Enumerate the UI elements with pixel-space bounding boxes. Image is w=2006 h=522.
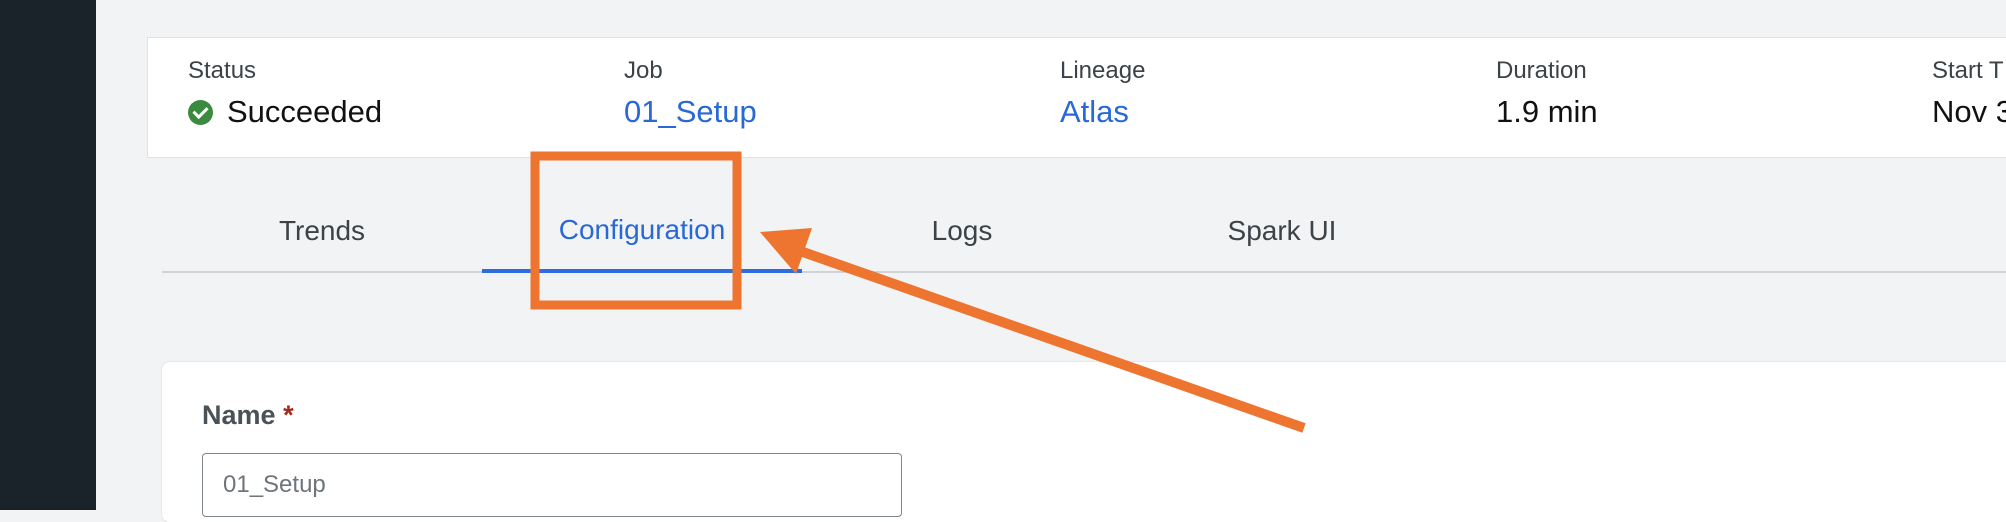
tab-spark-ui[interactable]: Spark UI [1122, 190, 1442, 271]
duration-label: Duration [1496, 57, 1587, 84]
name-input[interactable] [202, 453, 902, 517]
job-label: Job [624, 57, 663, 84]
tab-configuration[interactable]: Configuration [482, 190, 802, 273]
start-time-value: Nov 3 [1932, 94, 2006, 129]
lineage-summary: Lineage Atlas [1060, 56, 1145, 132]
status-label: Status [188, 57, 257, 84]
configuration-form-card: Name * [162, 362, 2006, 522]
status-summary: Status Succeeded [188, 56, 382, 132]
tab-trends[interactable]: Trends [162, 190, 482, 271]
status-text: Succeeded [227, 94, 383, 129]
job-link[interactable]: 01_Setup [624, 92, 757, 132]
name-label-text: Name [202, 400, 276, 430]
name-field-label: Name * [202, 400, 294, 431]
job-summary: Job 01_Setup [624, 56, 757, 132]
tab-logs[interactable]: Logs [802, 190, 1122, 271]
job-run-summary: Status Succeeded Job 01_Setup Lineage At… [147, 37, 2006, 158]
start-time-summary: Start T Nov 3 [1932, 56, 2006, 132]
start-time-label: Start T [1932, 57, 2004, 84]
duration-summary: Duration 1.9 min [1496, 56, 1598, 132]
lineage-link[interactable]: Atlas [1060, 92, 1145, 132]
success-check-icon [188, 99, 213, 125]
status-value: Succeeded [188, 92, 382, 132]
duration-value: 1.9 min [1496, 94, 1598, 129]
required-marker: * [283, 400, 294, 430]
left-navigation-rail [0, 0, 96, 510]
lineage-label: Lineage [1060, 57, 1146, 84]
job-run-tabs: Trends Configuration Logs Spark UI [162, 190, 2006, 273]
